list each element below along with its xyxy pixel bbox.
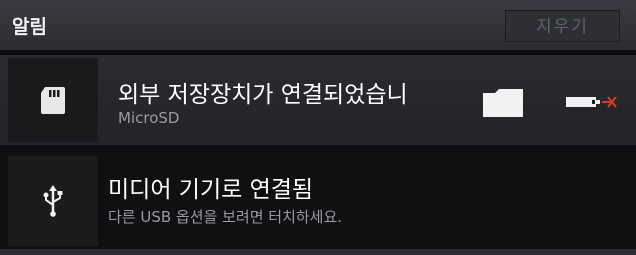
notification-title: 미디어 기기로 연결됨: [108, 177, 314, 203]
notification-header: 알림 지우기: [0, 0, 636, 52]
notification-panel: 알림 지우기 외부 저장장치가 연결되었습니 MicroSD 미디어 기기로 연…: [0, 0, 636, 255]
usb-icon: [43, 185, 63, 217]
notification-usb-storage[interactable]: 외부 저장장치가 연결되었습니 MicroSD: [0, 55, 636, 145]
usb-icon-box: [8, 156, 98, 246]
notification-subtitle: 다른 USB 옵션을 보려면 터치하세요.: [108, 208, 343, 226]
sd-card-icon: [41, 87, 65, 114]
header-title: 알림: [12, 16, 47, 38]
notification-usb-media[interactable]: 미디어 기기로 연결됨 다른 USB 옵션을 보려면 터치하세요.: [0, 153, 636, 249]
notification-subtitle: MicroSD: [118, 109, 180, 127]
folder-icon[interactable]: [483, 87, 523, 117]
unmount-icon[interactable]: [566, 94, 618, 110]
notification-title: 외부 저장장치가 연결되었습니: [118, 82, 408, 108]
sd-card-icon-box: [8, 58, 98, 142]
clear-all-button[interactable]: 지우기: [505, 10, 620, 42]
panel-bottom-edge: [0, 249, 636, 255]
row-separator: [0, 145, 636, 153]
